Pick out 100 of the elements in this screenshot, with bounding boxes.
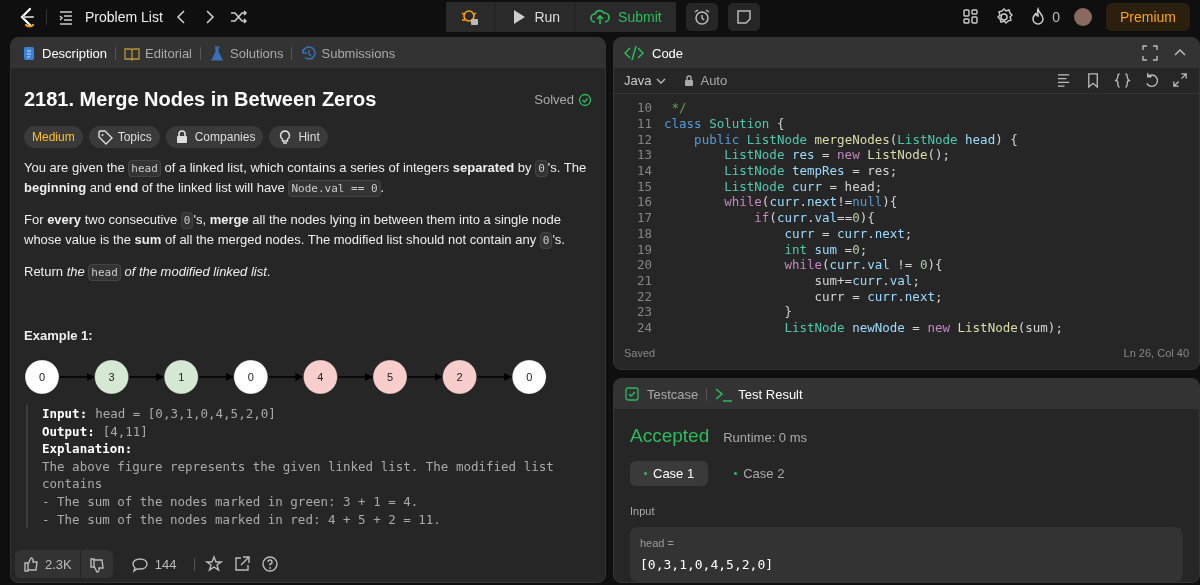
code-icon (624, 44, 644, 62)
line-number: 16 (635, 194, 652, 210)
tag-chip[interactable]: Topics (88, 126, 160, 148)
input-label: Input (630, 505, 656, 517)
line-number: 24 (635, 319, 652, 335)
list-node: 0 (24, 359, 60, 395)
tag-chip[interactable]: Hint (269, 126, 328, 148)
line-number: 12 (635, 131, 652, 147)
panel-tab[interactable]: Description (21, 45, 108, 61)
panel-tab[interactable]: Submissions (300, 45, 396, 61)
terminal-icon (715, 386, 734, 402)
code-line: ListNode res = new ListNode(); (723, 147, 950, 163)
code-line: while(curr.next!=null){ (723, 194, 898, 210)
document-icon (21, 45, 37, 61)
line-number: 21 (635, 272, 652, 288)
comment-icon (130, 555, 149, 573)
list-node: 4 (302, 359, 338, 395)
submit-button[interactable]: Submit (576, 1, 676, 32)
reset-icon[interactable] (1143, 72, 1160, 89)
cursor-position: Ln 26, Col 40 (1123, 347, 1189, 359)
debug-button[interactable] (446, 1, 495, 32)
run-button[interactable]: Run (496, 1, 575, 32)
line-number: 19 (635, 241, 652, 257)
code-line: ListNode newNode = new ListNode(sum); (783, 319, 1063, 335)
save-status: Saved (624, 347, 656, 359)
layout-icon[interactable] (961, 7, 981, 26)
list-node: 1 (163, 359, 199, 395)
line-number: 23 (635, 304, 652, 320)
arrow (198, 373, 234, 381)
streak-count: 0 (1052, 8, 1060, 25)
example-label: Output: (42, 422, 95, 441)
panel-title: Code (652, 45, 684, 61)
tag-chip[interactable]: Companies (165, 126, 264, 148)
panel-tab[interactable]: Test Result (715, 386, 803, 402)
explanation-text: - The sum of the nodes marked in red: 4 + 5 + 2 = 11. (42, 510, 442, 529)
parameter-value: [0,3,1,0,4,5,2,0] (640, 557, 775, 572)
history-icon (300, 45, 317, 61)
arrow (59, 373, 95, 381)
lock-icon (683, 74, 696, 87)
problem-list-link[interactable]: Problem List (85, 8, 163, 25)
arrow (407, 373, 443, 381)
example-heading: Example 1: (24, 328, 94, 343)
avatar[interactable] (1074, 7, 1092, 26)
expand-icon[interactable] (1172, 72, 1189, 89)
parameter-name: head = (640, 537, 675, 549)
notes-button[interactable] (727, 2, 760, 31)
braces-icon[interactable] (1114, 72, 1131, 89)
line-number: 11 (635, 116, 652, 132)
timer-button[interactable] (685, 2, 718, 31)
line-number: 15 (635, 178, 652, 194)
thumbs-down-icon (88, 555, 105, 573)
arrow (476, 373, 513, 381)
help-icon[interactable] (261, 555, 280, 573)
example-label: Input: (42, 405, 88, 423)
line-number: 14 (635, 163, 652, 179)
panel-tab[interactable]: Testcase (624, 386, 699, 402)
check-circle-icon (578, 92, 592, 107)
flask-icon (209, 45, 225, 61)
code-line: public ListNode mergeNodes(ListNode head) { (693, 131, 1018, 147)
arrow (128, 373, 165, 381)
line-number: 10 (635, 100, 652, 116)
line-number: 22 (635, 288, 652, 304)
example-value: [4,11] (102, 422, 148, 441)
fullscreen-icon[interactable] (1141, 44, 1159, 62)
checkbox-icon (624, 386, 642, 402)
code-line: curr = curr.next; (783, 225, 913, 241)
code-line: } (783, 304, 792, 320)
code-line: if(curr.val==0){ (753, 210, 875, 226)
code-line: int sum =0; (783, 241, 868, 257)
example-value: head = [0,3,1,0,4,5,2,0] (95, 405, 276, 423)
list-node: 5 (372, 359, 408, 395)
code-line: ListNode tempRes = res; (723, 163, 898, 179)
difficulty-badge[interactable]: Medium (24, 126, 83, 148)
runtime-label: Runtime: 0 ms (723, 430, 808, 445)
star-icon[interactable] (205, 555, 224, 573)
line-number: 17 (635, 210, 652, 226)
book-icon (124, 45, 141, 61)
solved-label: Solved (534, 92, 574, 107)
code-line: */ (670, 100, 687, 116)
code-line: while(curr.val != 0){ (783, 257, 943, 273)
case-tab[interactable]: Case 2 (720, 461, 799, 486)
problem-paragraph: Return the head of the modified linked list. (24, 263, 272, 282)
case-tab[interactable]: Case 1 (630, 461, 709, 486)
problem-paragraph: You are given the head of a linked list, which contains a series of integers separated by 0 's. The beginning and end of the linked list will have Node.val == 0 . (24, 159, 588, 198)
list-node: 0 (233, 359, 269, 395)
problem-paragraph: For every two consecutive 0 's, merge all the nodes lying in between them into a single node whose value is the sum of all the merged nodes. The modified list should not contain any 0 's. (24, 211, 566, 250)
thumbs-up-icon (23, 555, 39, 573)
premium-button[interactable]: Premium (1106, 2, 1190, 31)
share-icon[interactable] (233, 555, 252, 573)
explanation-text: The above figure represents the given linked list. The modified list contains (42, 457, 555, 493)
verdict-label: Accepted (630, 425, 710, 447)
panel-tab[interactable]: Solutions (209, 45, 284, 61)
list-node: 2 (442, 359, 478, 395)
panel-tab[interactable]: Editorial (124, 45, 192, 61)
language-dropdown[interactable]: Java (624, 73, 668, 88)
explanation-text: - The sum of the nodes marked in green: 3 + 1 = 4. (42, 492, 420, 511)
code-line: ListNode curr = head; (723, 178, 883, 194)
line-number: 20 (635, 257, 652, 273)
comments-button[interactable]: 144 (122, 550, 185, 578)
list-node: 3 (94, 359, 130, 395)
